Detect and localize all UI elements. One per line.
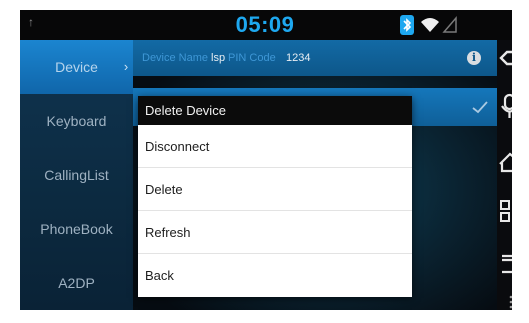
info-icon[interactable]: i bbox=[467, 51, 481, 65]
sidebar-item-label: A2DP bbox=[58, 275, 95, 291]
check-icon bbox=[472, 101, 488, 114]
bluetooth-icon bbox=[400, 15, 414, 35]
back-icon[interactable] bbox=[498, 45, 512, 71]
signal-icon bbox=[442, 15, 457, 33]
status-bar: ↑ 05:09 bbox=[20, 10, 512, 40]
window-icon[interactable] bbox=[498, 251, 512, 277]
nav-bar bbox=[497, 40, 512, 310]
sidebar-item-label: Keyboard bbox=[46, 113, 107, 129]
usb-icon: ↑ bbox=[28, 15, 34, 29]
sidebar-item-callinglist[interactable]: CallingList bbox=[20, 148, 133, 202]
disconnect-option[interactable]: Disconnect bbox=[138, 125, 412, 168]
device-info-row: Device Name lsp PIN Code 1234 i bbox=[133, 40, 497, 76]
clock: 05:09 bbox=[235, 12, 295, 37]
sidebar: Device › Keyboard CallingList PhoneBook … bbox=[20, 40, 133, 310]
pin-code-value: 1234 bbox=[286, 52, 311, 64]
back-option[interactable]: Back bbox=[138, 254, 412, 297]
screen: ↑ 05:09 Device › Keyboard CallingList Ph… bbox=[20, 10, 512, 310]
sidebar-item-label: PhoneBook bbox=[40, 221, 113, 237]
sidebar-item-a2dp[interactable]: A2DP bbox=[20, 256, 133, 310]
delete-device-dialog: Delete Device Disconnect Delete Refresh … bbox=[138, 96, 412, 297]
pin-code-label: PIN Code bbox=[228, 52, 276, 64]
delete-option[interactable]: Delete bbox=[138, 168, 412, 211]
head-unit: ↑ 05:09 Device › Keyboard CallingList Ph… bbox=[0, 0, 529, 323]
sidebar-item-label: Device bbox=[55, 59, 98, 75]
device-name-value: lsp bbox=[211, 52, 226, 64]
recent-apps-icon[interactable] bbox=[498, 198, 512, 224]
home-icon[interactable] bbox=[498, 150, 512, 176]
sidebar-item-device[interactable]: Device bbox=[20, 40, 133, 94]
more-icon[interactable] bbox=[498, 290, 512, 310]
sidebar-item-phonebook[interactable]: PhoneBook bbox=[20, 202, 133, 256]
refresh-option[interactable]: Refresh bbox=[138, 211, 412, 254]
status-icons bbox=[400, 15, 460, 35]
sidebar-item-keyboard[interactable]: Keyboard bbox=[20, 94, 133, 148]
device-name-label: Device Name bbox=[142, 52, 209, 64]
chevron-right-icon: › bbox=[123, 59, 129, 74]
sidebar-item-label: CallingList bbox=[44, 167, 109, 183]
dialog-title: Delete Device bbox=[138, 96, 412, 125]
microphone-icon[interactable] bbox=[498, 93, 512, 119]
wifi-icon bbox=[421, 18, 439, 32]
